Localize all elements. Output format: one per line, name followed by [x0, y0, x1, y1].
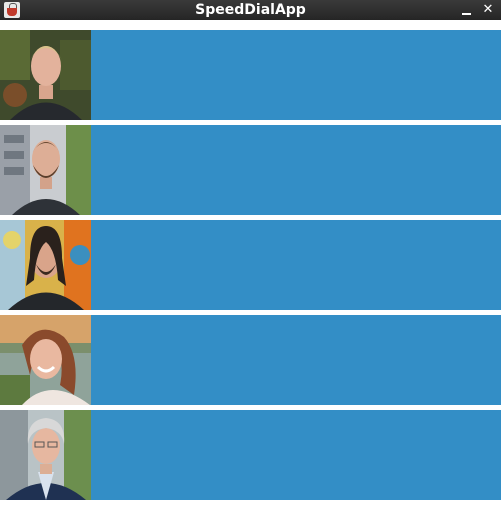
speed-dial-row: [0, 30, 501, 120]
speed-dial-button-3[interactable]: [91, 220, 501, 310]
speed-dial-button-1[interactable]: [91, 30, 501, 120]
speed-dial-row: [0, 125, 501, 215]
minimize-icon: [462, 13, 471, 15]
contact-photo-5: [0, 410, 91, 500]
speed-dial-row: [0, 220, 501, 310]
close-button[interactable]: ✕: [479, 0, 497, 20]
speed-dial-row: [0, 315, 501, 405]
contact-photo-3: [0, 220, 91, 310]
minimize-button[interactable]: [458, 0, 476, 20]
close-icon: ✕: [482, 2, 494, 17]
speed-dial-row: [0, 410, 501, 500]
speed-dial-button-4[interactable]: [91, 315, 501, 405]
contact-photo-4: [0, 315, 91, 405]
contact-photo-2: [0, 125, 91, 215]
speed-dial-list: [0, 30, 501, 505]
window-title: SpeedDialApp: [195, 2, 306, 18]
contact-photo-1: [0, 30, 91, 120]
title-bar: SpeedDialApp ✕: [0, 0, 501, 20]
speed-dial-button-2[interactable]: [91, 125, 501, 215]
speed-dial-button-5[interactable]: [91, 410, 501, 500]
